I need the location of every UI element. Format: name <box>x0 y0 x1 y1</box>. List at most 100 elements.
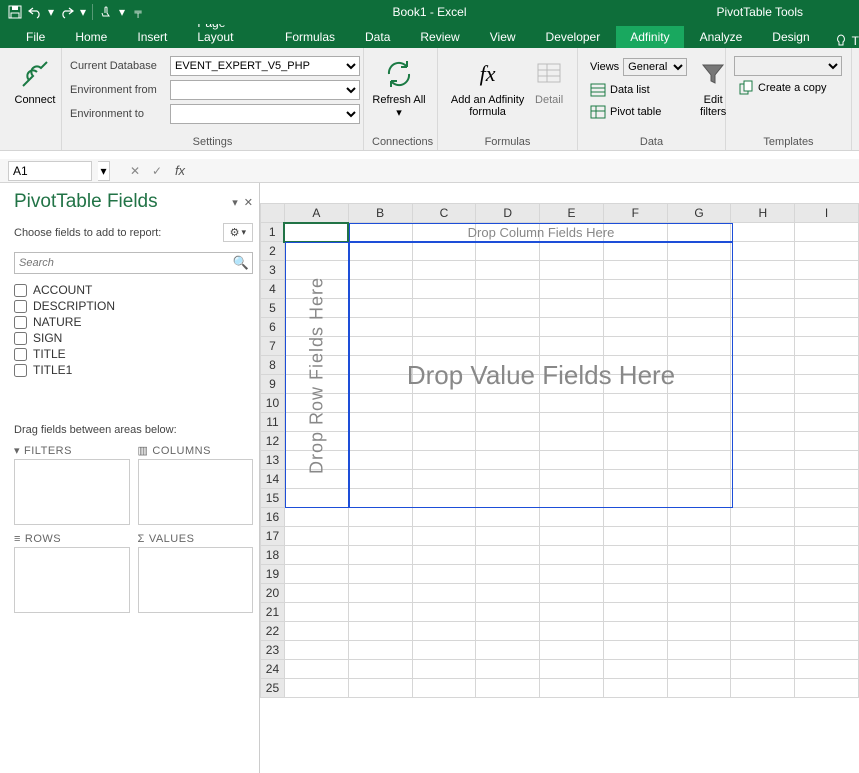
cell-A20[interactable] <box>284 584 348 603</box>
row-header-23[interactable]: 23 <box>261 641 285 660</box>
cell-C16[interactable] <box>412 508 476 527</box>
cell-D4[interactable] <box>476 280 540 299</box>
cell-G13[interactable] <box>667 451 731 470</box>
tell-me[interactable]: T <box>834 34 859 48</box>
row-header-7[interactable]: 7 <box>261 337 285 356</box>
col-header-E[interactable]: E <box>540 204 604 223</box>
cell-E5[interactable] <box>540 299 604 318</box>
cell-C20[interactable] <box>412 584 476 603</box>
name-box[interactable]: A1 <box>8 161 92 181</box>
cell-C17[interactable] <box>412 527 476 546</box>
cell-B1[interactable] <box>348 223 412 242</box>
cell-G6[interactable] <box>667 318 731 337</box>
cell-E4[interactable] <box>540 280 604 299</box>
search-input[interactable] <box>14 252 253 274</box>
cell-D21[interactable] <box>476 603 540 622</box>
cell-B17[interactable] <box>348 527 412 546</box>
tab-review[interactable]: Review <box>406 26 473 48</box>
cell-A6[interactable] <box>284 318 348 337</box>
cell-G9[interactable] <box>667 375 731 394</box>
columns-drop[interactable] <box>138 459 254 525</box>
cell-H20[interactable] <box>731 584 795 603</box>
cell-G20[interactable] <box>667 584 731 603</box>
cell-C12[interactable] <box>412 432 476 451</box>
formula-input[interactable] <box>192 161 859 181</box>
fx-button[interactable]: fx <box>168 163 192 178</box>
cell-G23[interactable] <box>667 641 731 660</box>
cell-F9[interactable] <box>603 375 667 394</box>
row-header-8[interactable]: 8 <box>261 356 285 375</box>
row-header-20[interactable]: 20 <box>261 584 285 603</box>
cell-H10[interactable] <box>731 394 795 413</box>
cell-F12[interactable] <box>603 432 667 451</box>
cell-C1[interactable] <box>412 223 476 242</box>
cell-G4[interactable] <box>667 280 731 299</box>
cell-A9[interactable] <box>284 375 348 394</box>
cell-C15[interactable] <box>412 489 476 508</box>
cell-D7[interactable] <box>476 337 540 356</box>
cell-A22[interactable] <box>284 622 348 641</box>
cell-G17[interactable] <box>667 527 731 546</box>
row-header-21[interactable]: 21 <box>261 603 285 622</box>
cell-D19[interactable] <box>476 565 540 584</box>
cell-B20[interactable] <box>348 584 412 603</box>
cell-I9[interactable] <box>795 375 859 394</box>
cell-H15[interactable] <box>731 489 795 508</box>
cell-A19[interactable] <box>284 565 348 584</box>
cell-C8[interactable] <box>412 356 476 375</box>
field-list[interactable]: ACCOUNTDESCRIPTIONNATURESIGNTITLETITLE1 <box>14 282 253 410</box>
row-header-24[interactable]: 24 <box>261 660 285 679</box>
row-header-25[interactable]: 25 <box>261 679 285 698</box>
cell-B23[interactable] <box>348 641 412 660</box>
tab-file[interactable]: File <box>12 26 59 48</box>
field-checkbox[interactable] <box>14 316 27 329</box>
cell-A3[interactable] <box>284 261 348 280</box>
cell-A7[interactable] <box>284 337 348 356</box>
tab-view[interactable]: View <box>476 26 530 48</box>
cell-C21[interactable] <box>412 603 476 622</box>
cell-E19[interactable] <box>540 565 604 584</box>
cell-H5[interactable] <box>731 299 795 318</box>
cell-C3[interactable] <box>412 261 476 280</box>
row-header-6[interactable]: 6 <box>261 318 285 337</box>
values-drop[interactable] <box>138 547 254 613</box>
field-item-title[interactable]: TITLE <box>14 346 253 362</box>
row-header-1[interactable]: 1 <box>261 223 285 242</box>
tab-analyze[interactable]: Analyze <box>686 26 757 48</box>
row-header-14[interactable]: 14 <box>261 470 285 489</box>
cell-E13[interactable] <box>540 451 604 470</box>
cell-I12[interactable] <box>795 432 859 451</box>
cell-B24[interactable] <box>348 660 412 679</box>
filters-drop[interactable] <box>14 459 130 525</box>
cell-D2[interactable] <box>476 242 540 261</box>
col-header-H[interactable]: H <box>731 204 795 223</box>
row-header-10[interactable]: 10 <box>261 394 285 413</box>
col-header-A[interactable]: A <box>284 204 348 223</box>
cell-D24[interactable] <box>476 660 540 679</box>
cell-H1[interactable] <box>731 223 795 242</box>
cell-D3[interactable] <box>476 261 540 280</box>
cell-C9[interactable] <box>412 375 476 394</box>
field-checkbox[interactable] <box>14 284 27 297</box>
tab-insert[interactable]: Insert <box>123 26 181 48</box>
cell-I6[interactable] <box>795 318 859 337</box>
cell-E15[interactable] <box>540 489 604 508</box>
cell-C2[interactable] <box>412 242 476 261</box>
cell-A8[interactable] <box>284 356 348 375</box>
rows-drop[interactable] <box>14 547 130 613</box>
cell-A23[interactable] <box>284 641 348 660</box>
cell-D9[interactable] <box>476 375 540 394</box>
current-db-select[interactable]: EVENT_EXPERT_V5_PHP <box>170 56 360 76</box>
cell-D5[interactable] <box>476 299 540 318</box>
cell-F15[interactable] <box>603 489 667 508</box>
cell-E2[interactable] <box>540 242 604 261</box>
cell-G14[interactable] <box>667 470 731 489</box>
row-header-2[interactable]: 2 <box>261 242 285 261</box>
cell-C25[interactable] <box>412 679 476 698</box>
cell-A4[interactable] <box>284 280 348 299</box>
cell-H6[interactable] <box>731 318 795 337</box>
cell-C6[interactable] <box>412 318 476 337</box>
cell-C24[interactable] <box>412 660 476 679</box>
cell-F21[interactable] <box>603 603 667 622</box>
cell-D6[interactable] <box>476 318 540 337</box>
